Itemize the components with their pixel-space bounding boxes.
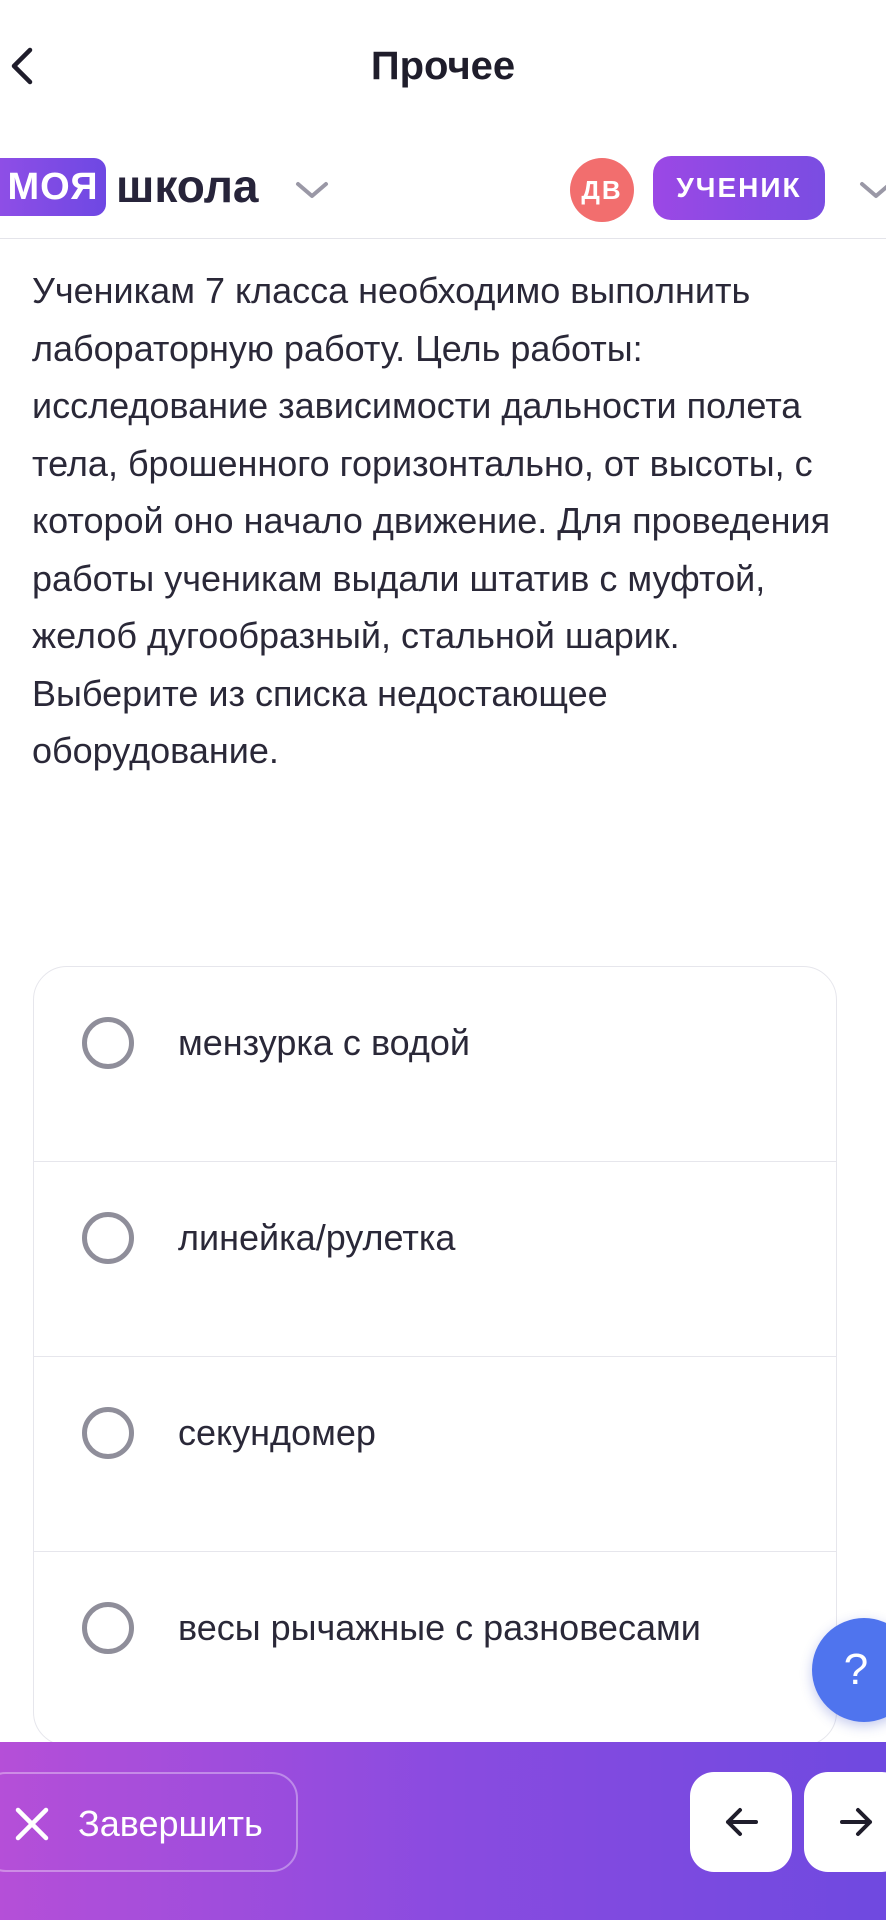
finish-label: Завершить	[78, 1803, 263, 1844]
next-button[interactable]	[804, 1772, 886, 1872]
answer-label: мензурка с водой	[178, 1022, 471, 1063]
radio-button[interactable]	[82, 1212, 134, 1264]
avatar[interactable]: ДВ	[570, 158, 634, 222]
finish-button[interactable]: Завершить	[0, 1772, 298, 1872]
role-badge[interactable]: УЧЕНИК	[653, 156, 825, 220]
arrow-right-icon	[840, 1808, 872, 1836]
answer-option[interactable]: секундомер	[34, 1357, 836, 1552]
previous-button[interactable]	[690, 1772, 792, 1872]
answer-label: весы рычажные с разновесами	[178, 1607, 701, 1648]
answer-label: линейка/рулетка	[178, 1217, 456, 1258]
radio-button[interactable]	[82, 1602, 134, 1654]
chevron-down-icon[interactable]	[856, 176, 886, 204]
page-title: Прочее	[370, 44, 516, 88]
top-nav: Прочее	[0, 0, 886, 130]
answer-option[interactable]: линейка/рулетка	[34, 1162, 836, 1357]
answer-label: секундомер	[178, 1412, 376, 1453]
question-text: Ученикам 7 класса необходимо выполнить л…	[32, 270, 831, 771]
radio-button[interactable]	[82, 1407, 134, 1459]
answer-option[interactable]: весы рычажные с разновесами	[34, 1552, 836, 1745]
arrow-left-icon	[726, 1808, 758, 1836]
radio-button[interactable]	[82, 1017, 134, 1069]
logo-badge: МОЯ	[0, 158, 106, 216]
answer-option[interactable]: мензурка с водой	[34, 967, 836, 1162]
logo-word: школа	[116, 160, 259, 212]
bottom-bar: Завершить	[0, 1742, 886, 1920]
close-icon	[15, 1807, 49, 1841]
school-header: МОЯ школа ДВ УЧЕНИК	[0, 140, 886, 239]
chevron-down-icon[interactable]	[292, 176, 332, 204]
answer-options: мензурка с водой линейка/рулетка секундо…	[33, 966, 837, 1746]
